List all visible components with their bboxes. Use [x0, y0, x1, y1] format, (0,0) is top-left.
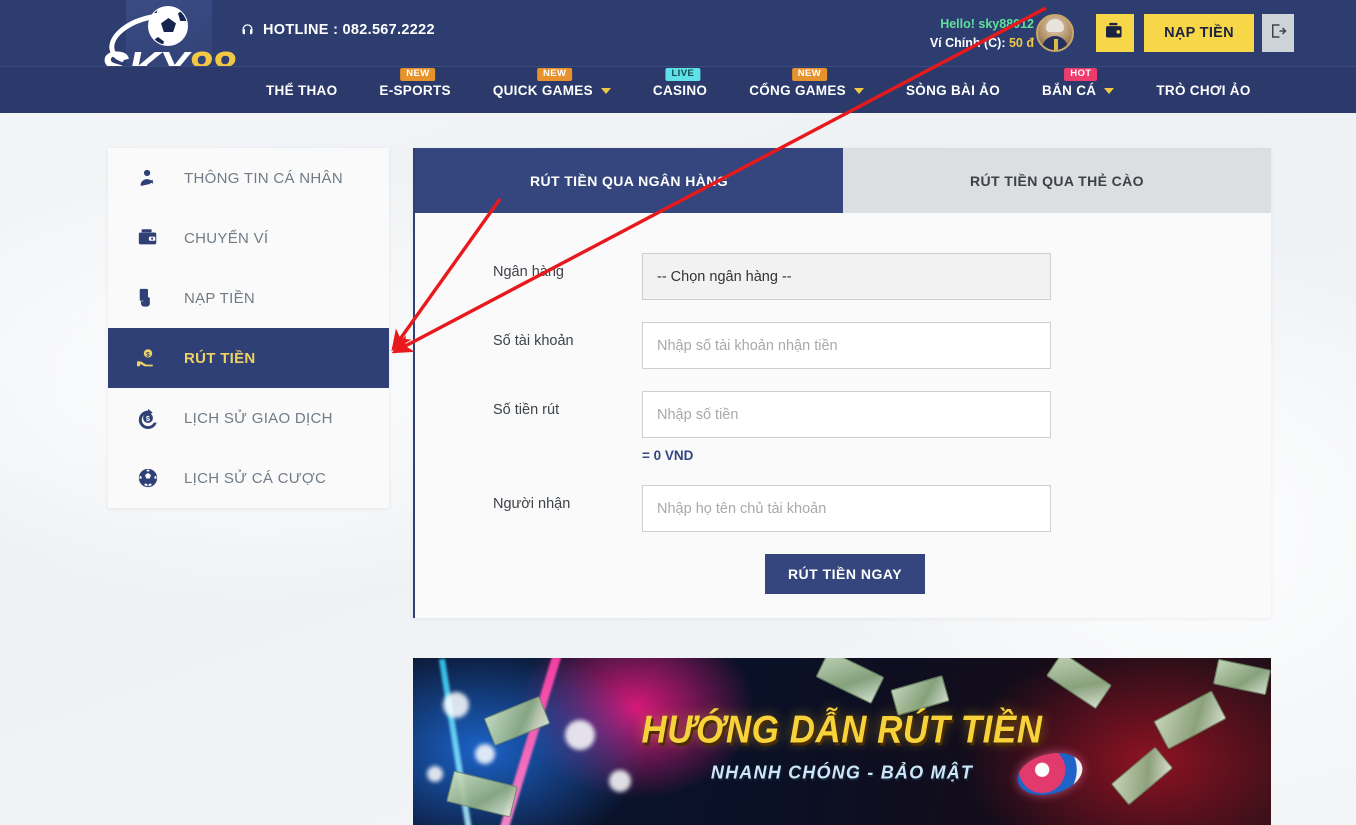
withdraw-coin-hand-icon: $ [134, 347, 162, 369]
chevron-down-icon [853, 87, 864, 94]
deposit-button[interactable]: NẠP TIỀN [1144, 14, 1254, 52]
form-row-bank: Ngân hàng -- Chọn ngân hàng -- [415, 253, 1271, 300]
sidebar-item-label: THÔNG TIN CÁ NHÂN [184, 169, 343, 187]
nav-label: E-SPORTS [379, 83, 451, 98]
sidebar-item-label: NẠP TIỀN [184, 289, 256, 307]
withdraw-guide-banner[interactable]: HƯỚNG DẪN RÚT TIỀN NHANH CHÓNG - BẢO MẬT [413, 658, 1271, 825]
badge-live: LIVE [665, 68, 701, 82]
sidebar-item-lich-su-ca-cuoc[interactable]: LỊCH SỬ CÁ CƯỢC [108, 448, 389, 508]
amount-input[interactable] [642, 391, 1051, 438]
nav-label: CỔNG GAMES [749, 83, 846, 98]
logout-button[interactable] [1262, 14, 1294, 52]
transaction-history-icon: $ [134, 407, 162, 429]
nav-item-cong-games[interactable]: NEW CỔNG GAMES [728, 67, 885, 114]
deposit-hand-icon [134, 287, 162, 309]
nav-item-e-sports[interactable]: NEW E-SPORTS [358, 67, 471, 114]
wallet-amount: 50 đ [1008, 35, 1034, 50]
sidebar-item-lich-su-giao-dich[interactable]: $ LỊCH SỬ GIAO DỊCH [108, 388, 389, 448]
nav-item-song-bai-ao[interactable]: SÒNG BÀI ẢO [885, 67, 1021, 114]
nav-label: CASINO [652, 83, 708, 98]
nav-item-casino[interactable]: LIVE CASINO [632, 67, 728, 114]
submit-row: RÚT TIỀN NGAY [415, 554, 1271, 594]
account-number-label: Số tài khoản [493, 333, 574, 349]
nav-label: SÒNG BÀI ẢO [905, 83, 1001, 98]
bank-label: Ngân hàng [493, 264, 564, 280]
withdraw-submit-button[interactable]: RÚT TIỀN NGAY [765, 554, 925, 594]
sidebar-item-rut-tien[interactable]: $ RÚT TIỀN [108, 328, 389, 388]
chevron-down-icon [600, 87, 611, 94]
receiver-label: Người nhận [493, 496, 571, 512]
chevron-down-icon [1104, 87, 1115, 94]
amount-converted-note: = 0 VND [642, 448, 694, 463]
headset-icon [240, 23, 255, 38]
form-row-amount: Số tiền rút = 0 VND [415, 391, 1271, 463]
user-profile-icon [134, 167, 162, 189]
amount-label: Số tiền rút [493, 402, 560, 418]
wallet-label: Ví Chính (C): [929, 35, 1006, 50]
bet-history-ball-icon [134, 467, 162, 489]
hotline-label: HOTLINE : 082.567.2222 [263, 22, 435, 38]
user-info-block[interactable]: Hello! sky88012 Ví Chính (C): 50 đ [930, 15, 1034, 53]
user-greeting: Hello! sky88012 [940, 17, 1034, 31]
banner-subtitle: NHANH CHÓNG - BẢO MẬT [710, 761, 974, 783]
tab-rut-tien-qua-ngan-hang[interactable]: RÚT TIỀN QUA NGÂN HÀNG [415, 148, 843, 213]
withdraw-tab-bar: RÚT TIỀN QUA NGÂN HÀNG RÚT TIỀN QUA THẺ … [415, 148, 1271, 213]
avatar[interactable] [1036, 14, 1074, 52]
nav-label: TRÒ CHƠI ẢO [1156, 83, 1251, 98]
sidebar-item-label: RÚT TIỀN [184, 349, 256, 367]
form-row-receiver: Người nhận [415, 485, 1271, 532]
account-number-input[interactable] [642, 322, 1051, 369]
sidebar-item-label: LỊCH SỬ GIAO DỊCH [184, 409, 333, 427]
tab-rut-tien-qua-the-cao[interactable]: RÚT TIỀN QUA THẺ CÀO [843, 148, 1271, 213]
nav-item-quick-games[interactable]: NEW QUICK GAMES [472, 67, 632, 114]
top-header-bar: SKY88 HOTLINE : 082.567.2222 Hello! sky8… [0, 0, 1356, 102]
badge-new: NEW [791, 68, 828, 82]
receiver-name-input[interactable] [642, 485, 1051, 532]
badge-new: NEW [400, 68, 436, 82]
sidebar-item-nap-tien[interactable]: NẠP TIỀN [108, 268, 389, 328]
main-navigation-bar: THỂ THAO NEW E-SPORTS NEW QUICK GAMES LI… [0, 66, 1356, 113]
sidebar-item-thong-tin-ca-nhan[interactable]: THÔNG TIN CÁ NHÂN [108, 148, 389, 208]
logo-soccer-ball-icon [148, 6, 188, 46]
logout-icon [1269, 22, 1287, 45]
nav-item-tro-choi-ao[interactable]: TRÒ CHƠI ẢO [1135, 67, 1271, 114]
badge-hot: HOT [1064, 68, 1098, 82]
nav-item-list: THỂ THAO NEW E-SPORTS NEW QUICK GAMES LI… [245, 67, 1272, 114]
form-row-account-number: Số tài khoản [415, 322, 1271, 369]
badge-new: NEW [537, 68, 573, 82]
user-wallet-balance: Ví Chính (C): 50 đ [930, 34, 1034, 53]
bank-select[interactable]: -- Chọn ngân hàng -- [642, 253, 1051, 300]
nav-label: QUICK GAMES [492, 83, 593, 98]
nav-label: BẮN CÁ [1042, 83, 1097, 98]
sidebar-item-chuyen-vi[interactable]: CHUYỂN VÍ [108, 208, 389, 268]
hotline-block: HOTLINE : 082.567.2222 [240, 22, 435, 38]
svg-text:$: $ [146, 351, 150, 358]
wallet-transfer-icon [134, 227, 162, 249]
withdraw-form: Ngân hàng -- Chọn ngân hàng -- Số tài kh… [415, 213, 1271, 594]
withdraw-panel: RÚT TIỀN QUA NGÂN HÀNG RÚT TIỀN QUA THẺ … [413, 148, 1271, 618]
wallet-icon-button[interactable] [1096, 14, 1134, 52]
sidebar-item-label: LỊCH SỬ CÁ CƯỢC [184, 469, 327, 487]
sidebar-item-label: CHUYỂN VÍ [184, 229, 269, 247]
svg-text:$: $ [146, 414, 150, 423]
nav-item-the-thao[interactable]: THỂ THAO [245, 67, 358, 114]
nav-label: THỂ THAO [266, 83, 338, 98]
wallet-icon [1105, 22, 1125, 45]
account-sidebar: THÔNG TIN CÁ NHÂN CHUYỂN VÍ NẠP TIỀN $ R… [108, 148, 389, 508]
page-root: SKY88 HOTLINE : 082.567.2222 Hello! sky8… [0, 0, 1356, 825]
banner-title: HƯỚNG DẪN RÚT TIỀN [641, 707, 1043, 752]
nav-item-ban-ca[interactable]: HOT BẮN CÁ [1021, 67, 1135, 114]
avatar-tie-detail [1054, 39, 1058, 50]
